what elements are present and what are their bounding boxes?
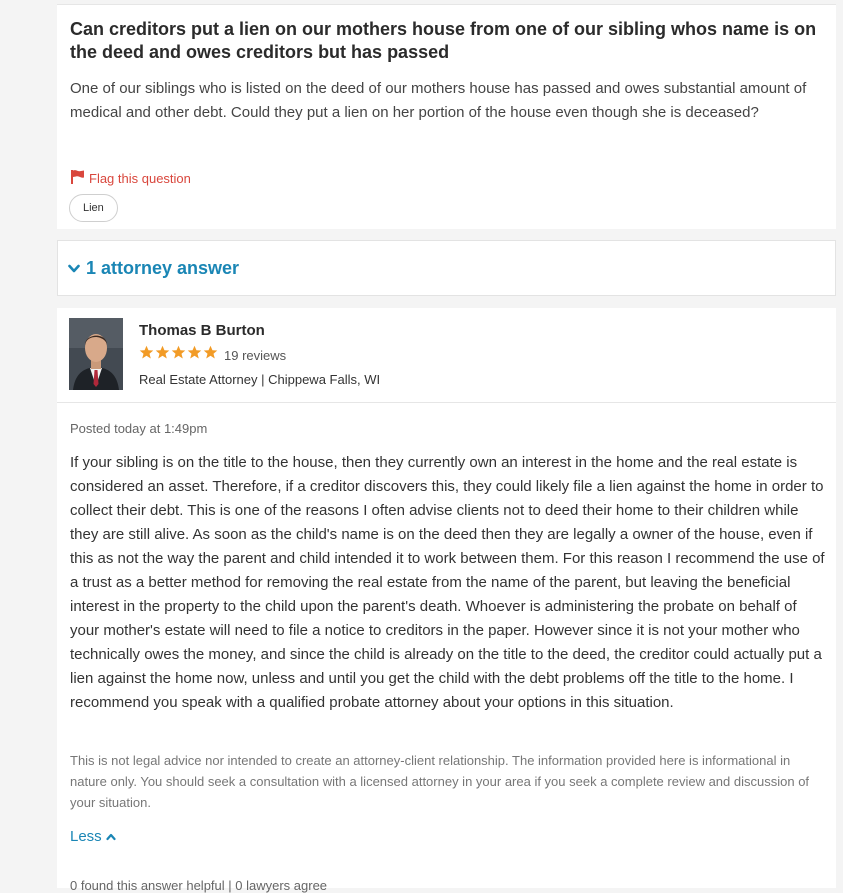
chevron-up-icon xyxy=(106,828,116,845)
attorney-name[interactable]: Thomas B Burton xyxy=(139,322,265,339)
legal-disclaimer: This is not legal advice nor intended to… xyxy=(70,753,810,810)
flag-question-link[interactable]: Flag this question xyxy=(70,169,191,187)
less-toggle[interactable]: Less xyxy=(70,828,116,845)
posted-timestamp: Posted today at 1:49pm xyxy=(70,421,208,436)
reviews-link[interactable]: 19 reviews xyxy=(224,348,286,363)
attorney-meta: Real Estate Attorney | Chippewa Falls, W… xyxy=(139,372,381,387)
attorney-rating: 19 reviews xyxy=(139,345,286,365)
flag-icon xyxy=(70,169,86,187)
star-icon xyxy=(155,345,170,365)
tag-lien[interactable]: Lien xyxy=(69,194,118,222)
star-icon xyxy=(203,345,218,365)
attorney-header: Thomas B Burton 19 reviews Real Estate A… xyxy=(57,308,836,403)
answers-count-label: 1 attorney answer xyxy=(86,258,240,278)
helpful-count: 0 found this answer helpful | 0 lawyers … xyxy=(70,878,328,893)
question-body: One of our siblings who is listed on the… xyxy=(70,80,807,121)
answer-card: Thomas B Burton 19 reviews Real Estate A… xyxy=(57,308,836,893)
less-label: Less xyxy=(70,828,102,845)
question-title: Can creditors put a lien on our mothers … xyxy=(70,19,817,62)
avatar[interactable] xyxy=(69,318,123,390)
flag-label: Flag this question xyxy=(89,170,191,186)
answer-body: If your sibling is on the title to the h… xyxy=(70,454,825,711)
answers-header: 1 attorney answer xyxy=(57,240,836,296)
question-card: Can creditors put a lien on our mothers … xyxy=(57,4,836,229)
chevron-down-icon xyxy=(68,258,80,279)
star-icon xyxy=(187,345,202,365)
answers-toggle[interactable]: 1 attorney answer xyxy=(68,258,239,279)
star-icon xyxy=(139,345,154,365)
star-icon xyxy=(171,345,186,365)
